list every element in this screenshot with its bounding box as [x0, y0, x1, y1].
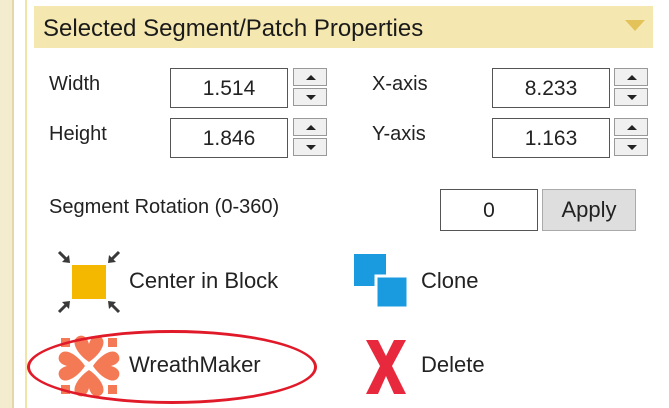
yaxis-increment-button[interactable] [614, 118, 648, 136]
center-in-block-button[interactable]: Center in Block [55, 248, 315, 316]
width-spinner [293, 68, 327, 106]
panel-title: Selected Segment/Patch Properties [43, 15, 424, 42]
yaxis-decrement-button[interactable] [614, 138, 648, 156]
apply-button[interactable]: Apply [542, 189, 636, 231]
xaxis-label: X-axis [372, 73, 428, 95]
panel-header[interactable]: Selected Segment/Patch Properties [34, 6, 653, 48]
clone-button[interactable]: Clone [352, 248, 492, 316]
xaxis-field[interactable]: 8.233 [492, 68, 610, 108]
width-field[interactable]: 1.514 [170, 68, 288, 108]
height-field[interactable]: 1.846 [170, 118, 288, 158]
height-label: Height [49, 123, 107, 145]
height-increment-button[interactable] [293, 118, 327, 136]
width-label: Width [49, 73, 101, 95]
xaxis-increment-button[interactable] [614, 68, 648, 86]
height-spinner [293, 118, 327, 156]
yaxis-field[interactable]: 1.163 [492, 118, 610, 158]
rotation-field[interactable]: 0 [440, 189, 538, 231]
segment-properties-panel: Selected Segment/Patch Properties Width … [27, 0, 669, 408]
clone-icon [354, 254, 410, 310]
yaxis-spinner [614, 118, 648, 156]
rotation-label: Segment Rotation (0-360) [49, 196, 280, 218]
center-in-block-icon [57, 250, 121, 314]
delete-label: Delete [421, 352, 485, 377]
left-edge-line [12, 0, 14, 408]
clone-label: Clone [421, 268, 479, 293]
width-decrement-button[interactable] [293, 88, 327, 106]
delete-x-icon [366, 340, 406, 394]
yaxis-label: Y-axis [372, 123, 426, 145]
highlight-ellipse-annotation [27, 330, 317, 404]
delete-button[interactable]: Delete [352, 332, 512, 400]
center-in-block-label: Center in Block [129, 268, 279, 293]
height-decrement-button[interactable] [293, 138, 327, 156]
xaxis-spinner [614, 68, 648, 106]
xaxis-decrement-button[interactable] [614, 88, 648, 106]
left-edge-strip [0, 0, 12, 408]
collapse-arrow-icon[interactable] [625, 20, 645, 31]
width-increment-button[interactable] [293, 68, 327, 86]
